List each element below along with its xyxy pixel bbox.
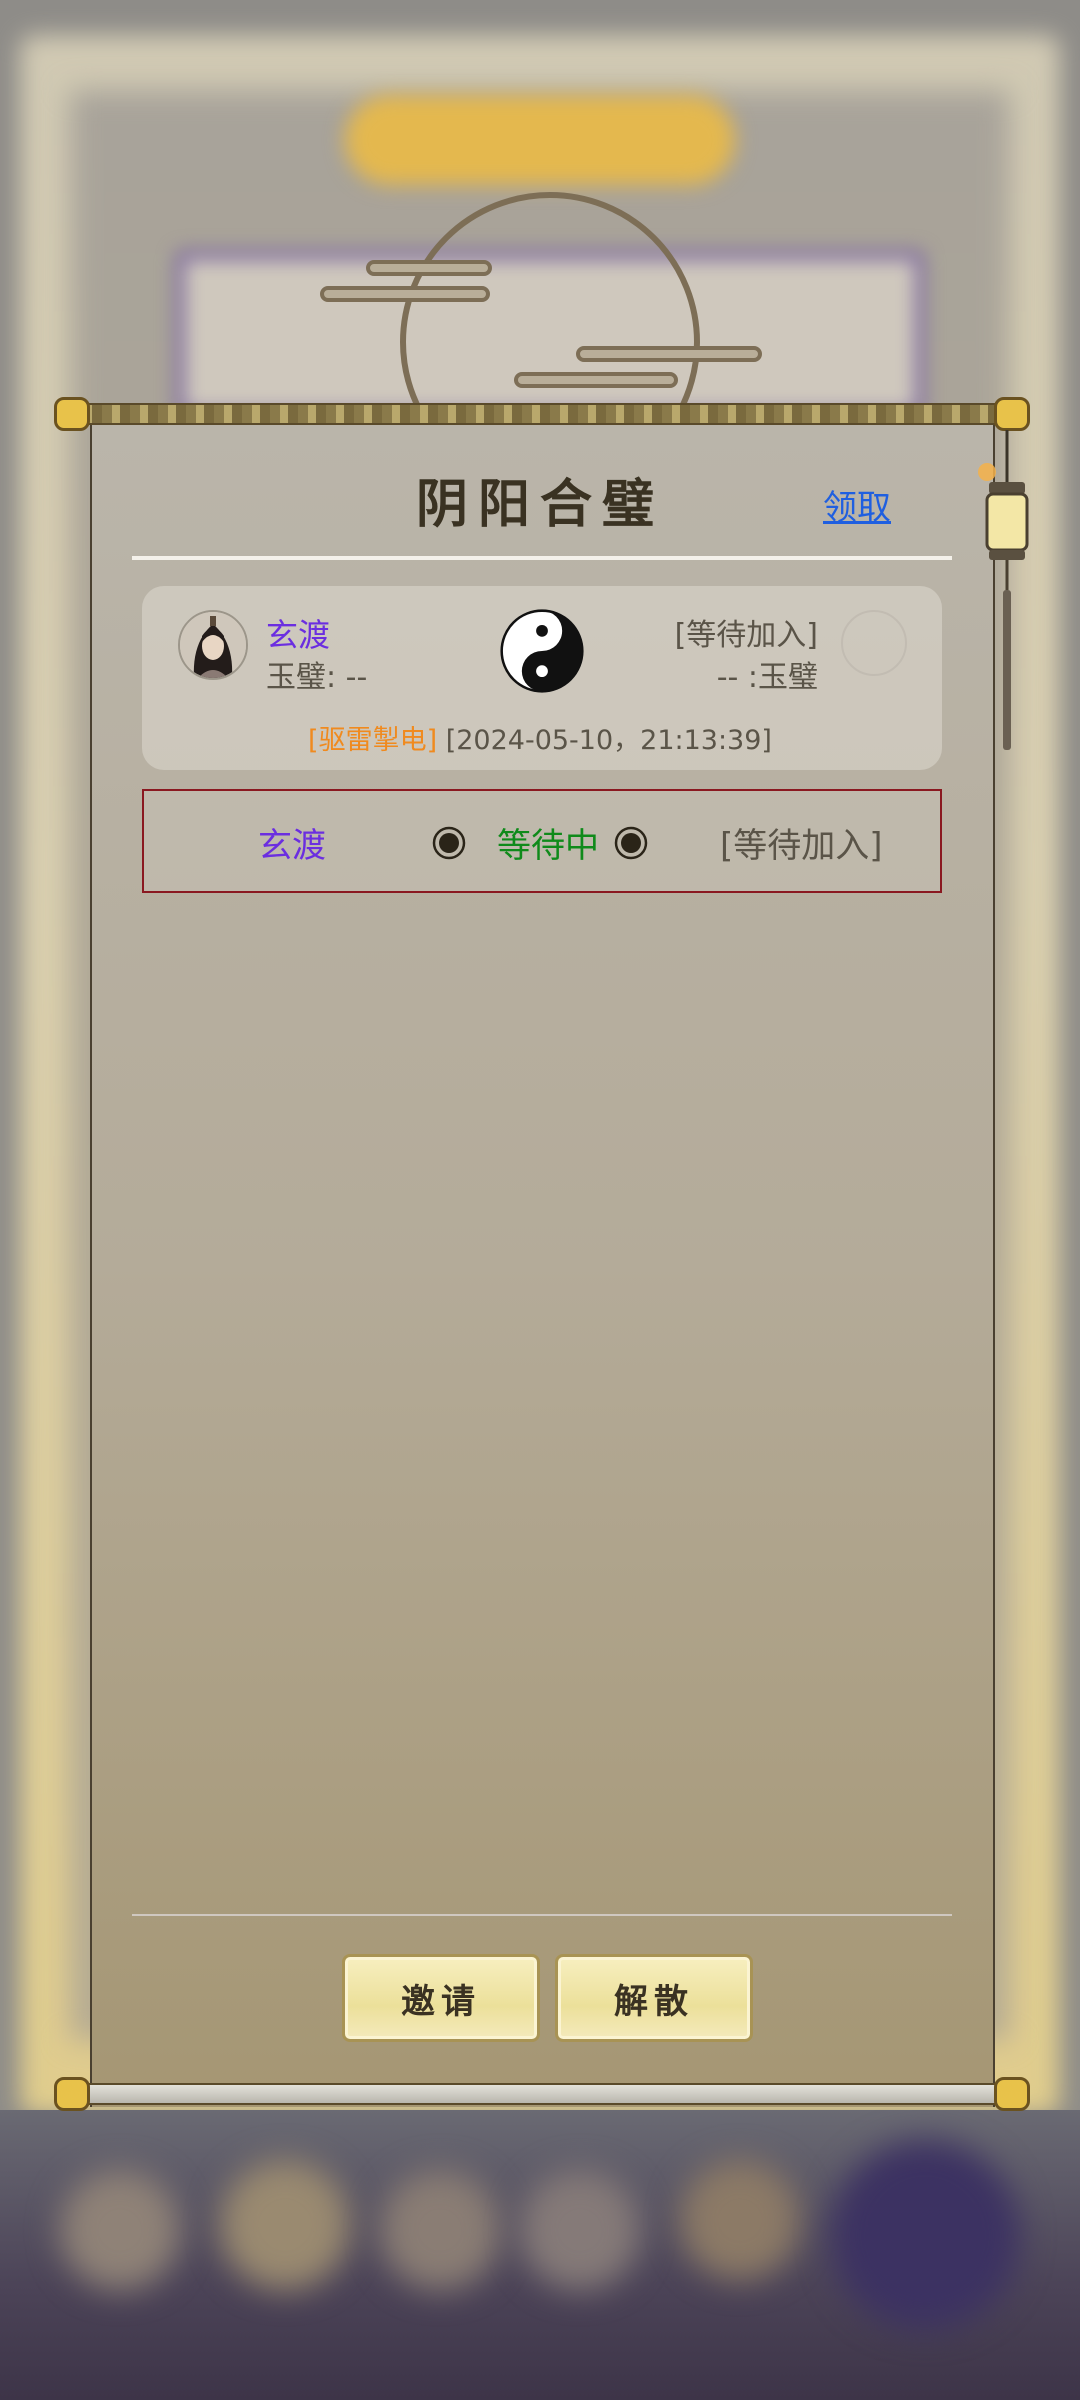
rod-cap: [994, 397, 1030, 431]
player-name-left[interactable]: 玄渡: [266, 610, 330, 656]
avatar[interactable]: [178, 610, 248, 680]
jade-count-right: -- :玉璧: [716, 660, 818, 695]
claim-link[interactable]: 领取: [823, 480, 891, 529]
disband-button[interactable]: 解散: [555, 1954, 753, 2042]
cloud-decoration: [576, 346, 762, 362]
rod-cap: [54, 397, 90, 431]
bottom-divider: [132, 1914, 952, 1916]
cloud-decoration: [320, 286, 490, 302]
title-divider: [132, 556, 952, 560]
cloud-decoration: [514, 372, 678, 388]
radio-dot-icon: [432, 826, 466, 860]
yin-yang-icon: [500, 609, 584, 693]
character-portrait-icon: [180, 612, 246, 678]
skill-tag: [驱雷掣电]: [308, 725, 438, 756]
rod-cap: [994, 2077, 1030, 2111]
jade-count-left: 玉璧: --: [266, 660, 368, 695]
background-badge: [345, 95, 735, 185]
radio-dot-icon: [614, 826, 648, 860]
timestamp: [2024-05-10，21:13:39]: [445, 725, 772, 756]
empty-avatar-slot[interactable]: [841, 610, 907, 676]
status-player-right: [等待加入]: [720, 826, 883, 866]
status-waiting: 等待中: [497, 826, 599, 866]
rod-cap: [54, 2077, 90, 2111]
scroll-top-rod: [72, 403, 1008, 425]
invite-button[interactable]: 邀请: [342, 1954, 540, 2042]
scroll-bottom-rod: [72, 2083, 1008, 2105]
page-title: 阴阳合璧: [415, 474, 664, 535]
player-name-right: [等待加入]: [674, 618, 818, 653]
background-character-strip: [0, 2110, 1080, 2400]
status-player-left: 玄渡: [258, 826, 326, 866]
pairing-record: [驱雷掣电] [2024-05-10，21:13:39]: [0, 718, 1080, 757]
cloud-decoration: [366, 260, 492, 276]
